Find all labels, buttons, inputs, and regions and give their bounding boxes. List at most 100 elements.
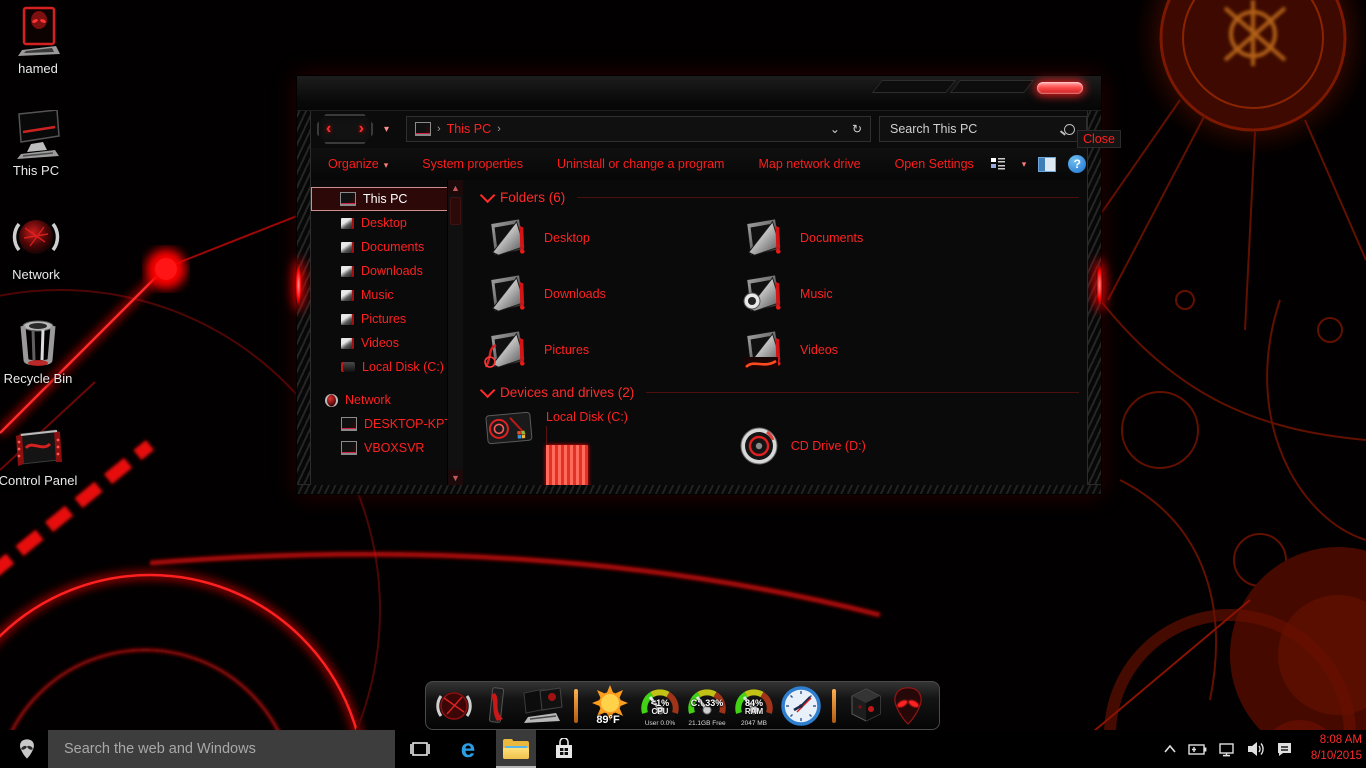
tree-scrollbar[interactable]: ▲ ▼ xyxy=(447,180,463,485)
navigation-bar: ‹ › ▾ › This PC › ⌄ ↻ xyxy=(311,112,1087,146)
dock-ram-gauge[interactable]: 84% RAM 2047 MB xyxy=(733,685,775,727)
drive-item-cd[interactable]: CD Drive (D:) xyxy=(739,410,866,481)
network-globe-icon xyxy=(10,212,62,264)
desktop-icon-control-panel[interactable]: Control Panel xyxy=(0,422,80,489)
dock-disk-gauge[interactable]: C:\ 33% 21.1GB Free xyxy=(686,685,728,727)
network-tray-icon[interactable] xyxy=(1217,742,1237,757)
task-view-button[interactable] xyxy=(400,730,440,768)
desktop-icon-label: Network xyxy=(12,267,60,282)
folder-icon xyxy=(341,338,354,349)
collapse-chevron-icon[interactable] xyxy=(480,188,496,204)
desktop-icon-network[interactable]: Network xyxy=(0,212,78,283)
computer-icon xyxy=(340,192,356,206)
map-network-drive-button[interactable]: Map network drive xyxy=(741,157,877,171)
file-explorer-button[interactable] xyxy=(496,730,536,768)
breadcrumb-chevron[interactable]: › xyxy=(437,123,441,135)
dock-cube-icon[interactable] xyxy=(846,685,886,727)
network-icon xyxy=(325,394,338,407)
tray-expand-icon[interactable] xyxy=(1163,744,1177,754)
back-icon[interactable]: ‹ xyxy=(326,121,331,137)
devices-section-header[interactable]: Devices and drives (2) xyxy=(480,385,1079,400)
tree-item-pictures[interactable]: Pictures xyxy=(311,307,447,331)
drive-icon xyxy=(341,362,355,372)
start-button[interactable] xyxy=(12,730,42,768)
folder-item-documents[interactable]: Documents xyxy=(740,214,1040,261)
uninstall-program-button[interactable]: Uninstall or change a program xyxy=(540,157,741,171)
dock-this-pc-icon[interactable] xyxy=(520,685,564,727)
folder-icon xyxy=(341,314,354,325)
battery-icon[interactable] xyxy=(1186,742,1208,756)
taskbar-search-input[interactable] xyxy=(62,740,366,758)
tree-item-videos[interactable]: Videos xyxy=(311,331,447,355)
history-dropdown-icon[interactable]: ▾ xyxy=(384,124,389,135)
folders-section-header[interactable]: Folders (6) xyxy=(480,190,1079,205)
search-input[interactable] xyxy=(888,121,1052,137)
dock-weather-widget[interactable]: 89°F xyxy=(588,684,634,728)
forward-icon[interactable]: › xyxy=(359,121,364,137)
disk-usage-fill xyxy=(546,445,588,485)
address-bar[interactable]: › This PC › ⌄ ↻ xyxy=(406,116,871,142)
back-forward-control[interactable]: ‹ › xyxy=(317,114,373,144)
edge-button[interactable]: e xyxy=(448,730,488,768)
task-view-icon xyxy=(410,741,430,757)
folder-item-videos[interactable]: Videos xyxy=(740,326,1040,373)
volume-icon[interactable] xyxy=(1246,741,1266,757)
change-view-icon[interactable] xyxy=(991,157,1005,171)
breadcrumb-location[interactable]: This PC xyxy=(447,122,491,136)
tree-item-local-disk[interactable]: Local Disk (C:) xyxy=(311,355,447,379)
scroll-up-icon[interactable]: ▲ xyxy=(448,180,463,195)
help-icon[interactable]: ? xyxy=(1068,155,1086,173)
tree-item-music[interactable]: Music xyxy=(311,283,447,307)
dock-pc-tower-icon[interactable] xyxy=(479,685,515,727)
file-explorer-icon xyxy=(503,739,529,759)
folder-item-desktop[interactable]: Desktop xyxy=(484,214,740,261)
tree-item-desktop-kpt6f[interactable]: DESKTOP-KPT6F xyxy=(311,412,447,436)
breadcrumb-chevron[interactable]: › xyxy=(497,123,501,135)
title-bar[interactable] xyxy=(297,76,1101,111)
tree-item-network[interactable]: Network xyxy=(311,388,447,412)
preview-pane-icon[interactable] xyxy=(1038,157,1056,172)
dock-network-icon[interactable] xyxy=(434,686,474,726)
folder-item-pictures[interactable]: Pictures xyxy=(484,326,740,373)
search-box[interactable] xyxy=(879,116,1087,142)
folder-item-music[interactable]: Music xyxy=(740,270,1040,317)
open-settings-button[interactable]: Open Settings xyxy=(878,157,991,171)
dock-clock-widget[interactable] xyxy=(780,685,822,727)
scroll-down-icon[interactable]: ▼ xyxy=(448,470,463,485)
tree-item-documents[interactable]: Documents xyxy=(311,235,447,259)
tree-item-desktop[interactable]: Desktop xyxy=(311,211,447,235)
collapse-chevron-icon[interactable] xyxy=(480,383,496,399)
folders-grid: Desktop Documents Downloads Music Pictur… xyxy=(484,214,1079,373)
drive-item-local-disk[interactable]: Local Disk (C:) 21.0 GB free of 31.5 GB xyxy=(484,410,675,481)
clock-time: 8:08 AM xyxy=(1296,733,1362,749)
address-dropdown-icon[interactable]: ⌄ xyxy=(830,122,840,136)
scrollbar-thumb[interactable] xyxy=(450,197,461,225)
tree-item-this-pc[interactable]: This PC xyxy=(311,187,451,211)
system-properties-button[interactable]: System properties xyxy=(405,157,540,171)
tree-item-downloads[interactable]: Downloads xyxy=(311,259,447,283)
section-divider xyxy=(577,197,1079,198)
taskbar-clock[interactable]: 8:08 AM 8/10/2015 xyxy=(1296,733,1362,764)
views-dropdown-icon[interactable]: ▾ xyxy=(1022,159,1027,170)
folder-icon xyxy=(484,217,530,259)
monitor-icon xyxy=(9,110,63,160)
folder-icon xyxy=(341,266,354,277)
refresh-icon[interactable]: ↻ xyxy=(852,122,862,136)
computer-icon xyxy=(341,417,357,431)
titlebar-decoration xyxy=(872,80,956,93)
folder-item-downloads[interactable]: Downloads xyxy=(484,270,740,317)
taskbar-search-box[interactable] xyxy=(48,730,395,768)
desktop-icon-this-pc[interactable]: This PC xyxy=(0,110,78,179)
tree-item-vboxsvr[interactable]: VBOXSVR xyxy=(311,436,447,460)
store-button[interactable] xyxy=(544,730,584,768)
dock-cpu-gauge[interactable]: <1% CPU User 0.0% xyxy=(639,685,681,727)
organize-button[interactable]: Organize▾ xyxy=(311,157,405,171)
desktop-icon-hamed[interactable]: hamed xyxy=(0,6,80,77)
drive-name: Local Disk (C:) xyxy=(546,410,675,424)
close-button[interactable] xyxy=(1037,82,1083,94)
close-tooltip: Close xyxy=(1077,130,1121,148)
dock-alienware-icon[interactable] xyxy=(891,686,925,726)
desktop-icon-recycle-bin[interactable]: Recycle Bin xyxy=(0,318,80,387)
action-center-icon[interactable] xyxy=(1275,741,1294,758)
desktop-icon-label: Recycle Bin xyxy=(4,371,73,386)
